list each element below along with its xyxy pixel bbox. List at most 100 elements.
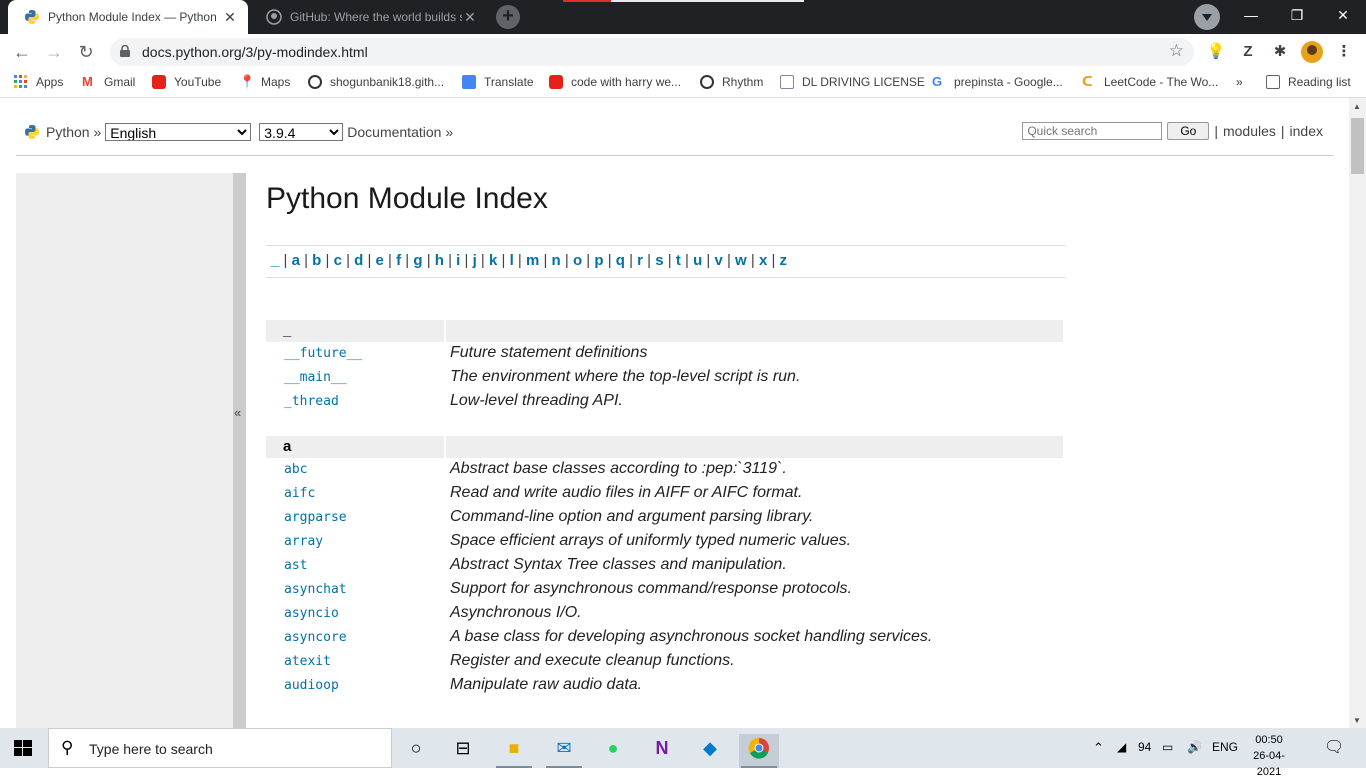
tab-search-icon[interactable]	[1194, 4, 1220, 30]
index-link[interactable]: index	[1290, 123, 1323, 139]
bookmark-star-icon[interactable]: ☆	[1169, 41, 1184, 61]
letter-link-m[interactable]: m	[526, 252, 539, 269]
globe-icon	[308, 75, 322, 89]
system-clock[interactable]: 00:50 26-04-2021	[1244, 732, 1294, 780]
chrome-icon[interactable]	[739, 734, 779, 768]
bookmark-shogunbanik[interactable]: shogunbanik18.gith...	[308, 75, 444, 89]
close-window-icon[interactable]: ✕	[1320, 0, 1366, 30]
module-link[interactable]: _thread	[284, 394, 339, 409]
more-bookmarks-button[interactable]: »	[1236, 75, 1243, 89]
task-view-icon[interactable]: ⊟	[443, 734, 483, 768]
bookmark-label: Gmail	[104, 75, 136, 89]
letter-link-z[interactable]: z	[780, 252, 788, 269]
bookmark-gmail[interactable]: M Gmail	[82, 75, 136, 90]
letter-link-h[interactable]: h	[435, 252, 444, 269]
bookmark-label: Translate	[484, 75, 534, 89]
module-link[interactable]: ast	[284, 558, 307, 573]
module-link[interactable]: array	[284, 534, 323, 549]
letter-link-w[interactable]: w	[735, 252, 747, 269]
letter-link-e[interactable]: e	[376, 252, 384, 269]
module-row: __future__ Future statement definitions	[266, 343, 1063, 367]
letter-link-g[interactable]: g	[413, 252, 422, 269]
quick-search-input[interactable]	[1022, 122, 1163, 140]
letter-link-o[interactable]: o	[573, 252, 582, 269]
cortana-icon[interactable]: ○	[396, 734, 436, 768]
letter-link-n[interactable]: n	[552, 252, 561, 269]
reload-icon[interactable]: ↻	[74, 40, 98, 64]
module-link[interactable]: abc	[284, 462, 307, 477]
wifi-icon[interactable]: ◢	[1117, 740, 1126, 754]
address-bar[interactable]: docs.python.org/3/py-modindex.html ☆	[110, 38, 1194, 66]
letter-link-q[interactable]: q	[616, 252, 625, 269]
taskbar-search-box[interactable]: ⚲ Type here to search	[48, 728, 392, 768]
bookmark-leetcode[interactable]: ᑕ LeetCode - The Wo...	[1082, 75, 1218, 90]
scroll-down-icon[interactable]: ▼	[1353, 716, 1361, 725]
onenote-icon[interactable]: N	[642, 734, 682, 768]
bookmark-dl-driving-license[interactable]: DL DRIVING LICENSE	[780, 75, 925, 89]
letter-link-p[interactable]: p	[594, 252, 603, 269]
module-link[interactable]: __main__	[284, 370, 347, 385]
letter-link-v[interactable]: v	[714, 252, 722, 269]
tab-python-module-index[interactable]: Python Module Index — Python ✕	[8, 0, 248, 34]
module-link[interactable]: asynchat	[284, 582, 347, 597]
python-home-link[interactable]: Python »	[46, 124, 101, 140]
bookmark-youtube[interactable]: YouTube	[152, 75, 221, 89]
module-link[interactable]: asyncore	[284, 630, 347, 645]
letter-separator: |	[401, 252, 414, 269]
module-link[interactable]: atexit	[284, 654, 331, 669]
letter-link-s[interactable]: s	[655, 252, 663, 269]
github-favicon-icon	[266, 9, 282, 25]
vertical-scrollbar[interactable]: ▲ ▼	[1349, 98, 1366, 728]
restore-icon[interactable]: ❐	[1274, 0, 1320, 30]
module-link[interactable]: aifc	[284, 486, 315, 501]
module-link[interactable]: argparse	[284, 510, 347, 525]
letter-link-a[interactable]: a	[292, 252, 300, 269]
letter-link-b[interactable]: b	[312, 252, 321, 269]
windows-start-icon[interactable]	[14, 740, 32, 756]
module-link[interactable]: audioop	[284, 678, 339, 693]
vscode-icon[interactable]: ◆	[690, 734, 730, 768]
extensions-puzzle-icon[interactable]: ✱	[1270, 42, 1290, 62]
reading-list-button[interactable]: Reading list	[1266, 75, 1351, 89]
profile-avatar[interactable]	[1301, 41, 1323, 63]
whatsapp-icon[interactable]: ●	[593, 734, 633, 768]
sidebar-collapse-button[interactable]: «	[233, 173, 246, 728]
z-extension-icon[interactable]: Z	[1238, 42, 1258, 62]
modules-link[interactable]: modules	[1223, 123, 1276, 139]
battery-icon[interactable]: ▭	[1162, 740, 1173, 754]
module-link[interactable]: __future__	[284, 346, 362, 361]
letter-link-d[interactable]: d	[354, 252, 363, 269]
language-indicator[interactable]: ENG	[1212, 740, 1238, 754]
version-select[interactable]: 3.9.4	[259, 123, 344, 141]
close-tab-icon[interactable]: ✕	[222, 9, 238, 26]
go-button[interactable]: Go	[1167, 122, 1210, 140]
close-tab-icon[interactable]: ✕	[462, 9, 478, 26]
lightbulb-extension-icon[interactable]: 💡	[1206, 42, 1226, 62]
forward-arrow-icon[interactable]: →	[42, 40, 66, 64]
bookmark-code-with-harry[interactable]: code with harry we...	[549, 75, 681, 89]
letter-link-u[interactable]: u	[693, 252, 702, 269]
file-explorer-icon[interactable]: ■	[494, 734, 534, 768]
back-arrow-icon[interactable]: ←	[10, 40, 34, 64]
bookmark-apps[interactable]: Apps	[14, 75, 63, 89]
tray-expand-icon[interactable]: ⌃	[1093, 740, 1104, 756]
documentation-link[interactable]: Documentation »	[347, 124, 453, 140]
bookmark-rhythm[interactable]: Rhythm	[700, 75, 763, 89]
volume-icon[interactable]: 🔊	[1187, 740, 1202, 754]
bookmark-translate[interactable]: Translate	[462, 75, 534, 89]
menu-kebab-icon[interactable]: ⋮	[1334, 42, 1354, 62]
language-select[interactable]: English	[105, 123, 252, 141]
tab-github[interactable]: GitHub: Where the world builds s ✕	[250, 0, 488, 34]
minimize-icon[interactable]: —	[1228, 0, 1274, 30]
bookmark-prepinsta[interactable]: G prepinsta - Google...	[932, 75, 1063, 90]
module-link[interactable]: asyncio	[284, 606, 339, 621]
letter-link-c[interactable]: c	[334, 252, 342, 269]
scroll-up-icon[interactable]: ▲	[1353, 102, 1361, 111]
mail-icon[interactable]: ✉	[544, 734, 584, 768]
scrollbar-thumb[interactable]	[1351, 118, 1364, 174]
letter-separator: |	[624, 252, 638, 269]
bookmark-maps[interactable]: 📍 Maps	[239, 75, 290, 90]
notifications-icon[interactable]: 🗨	[1324, 737, 1344, 757]
new-tab-button[interactable]: +	[496, 5, 520, 29]
